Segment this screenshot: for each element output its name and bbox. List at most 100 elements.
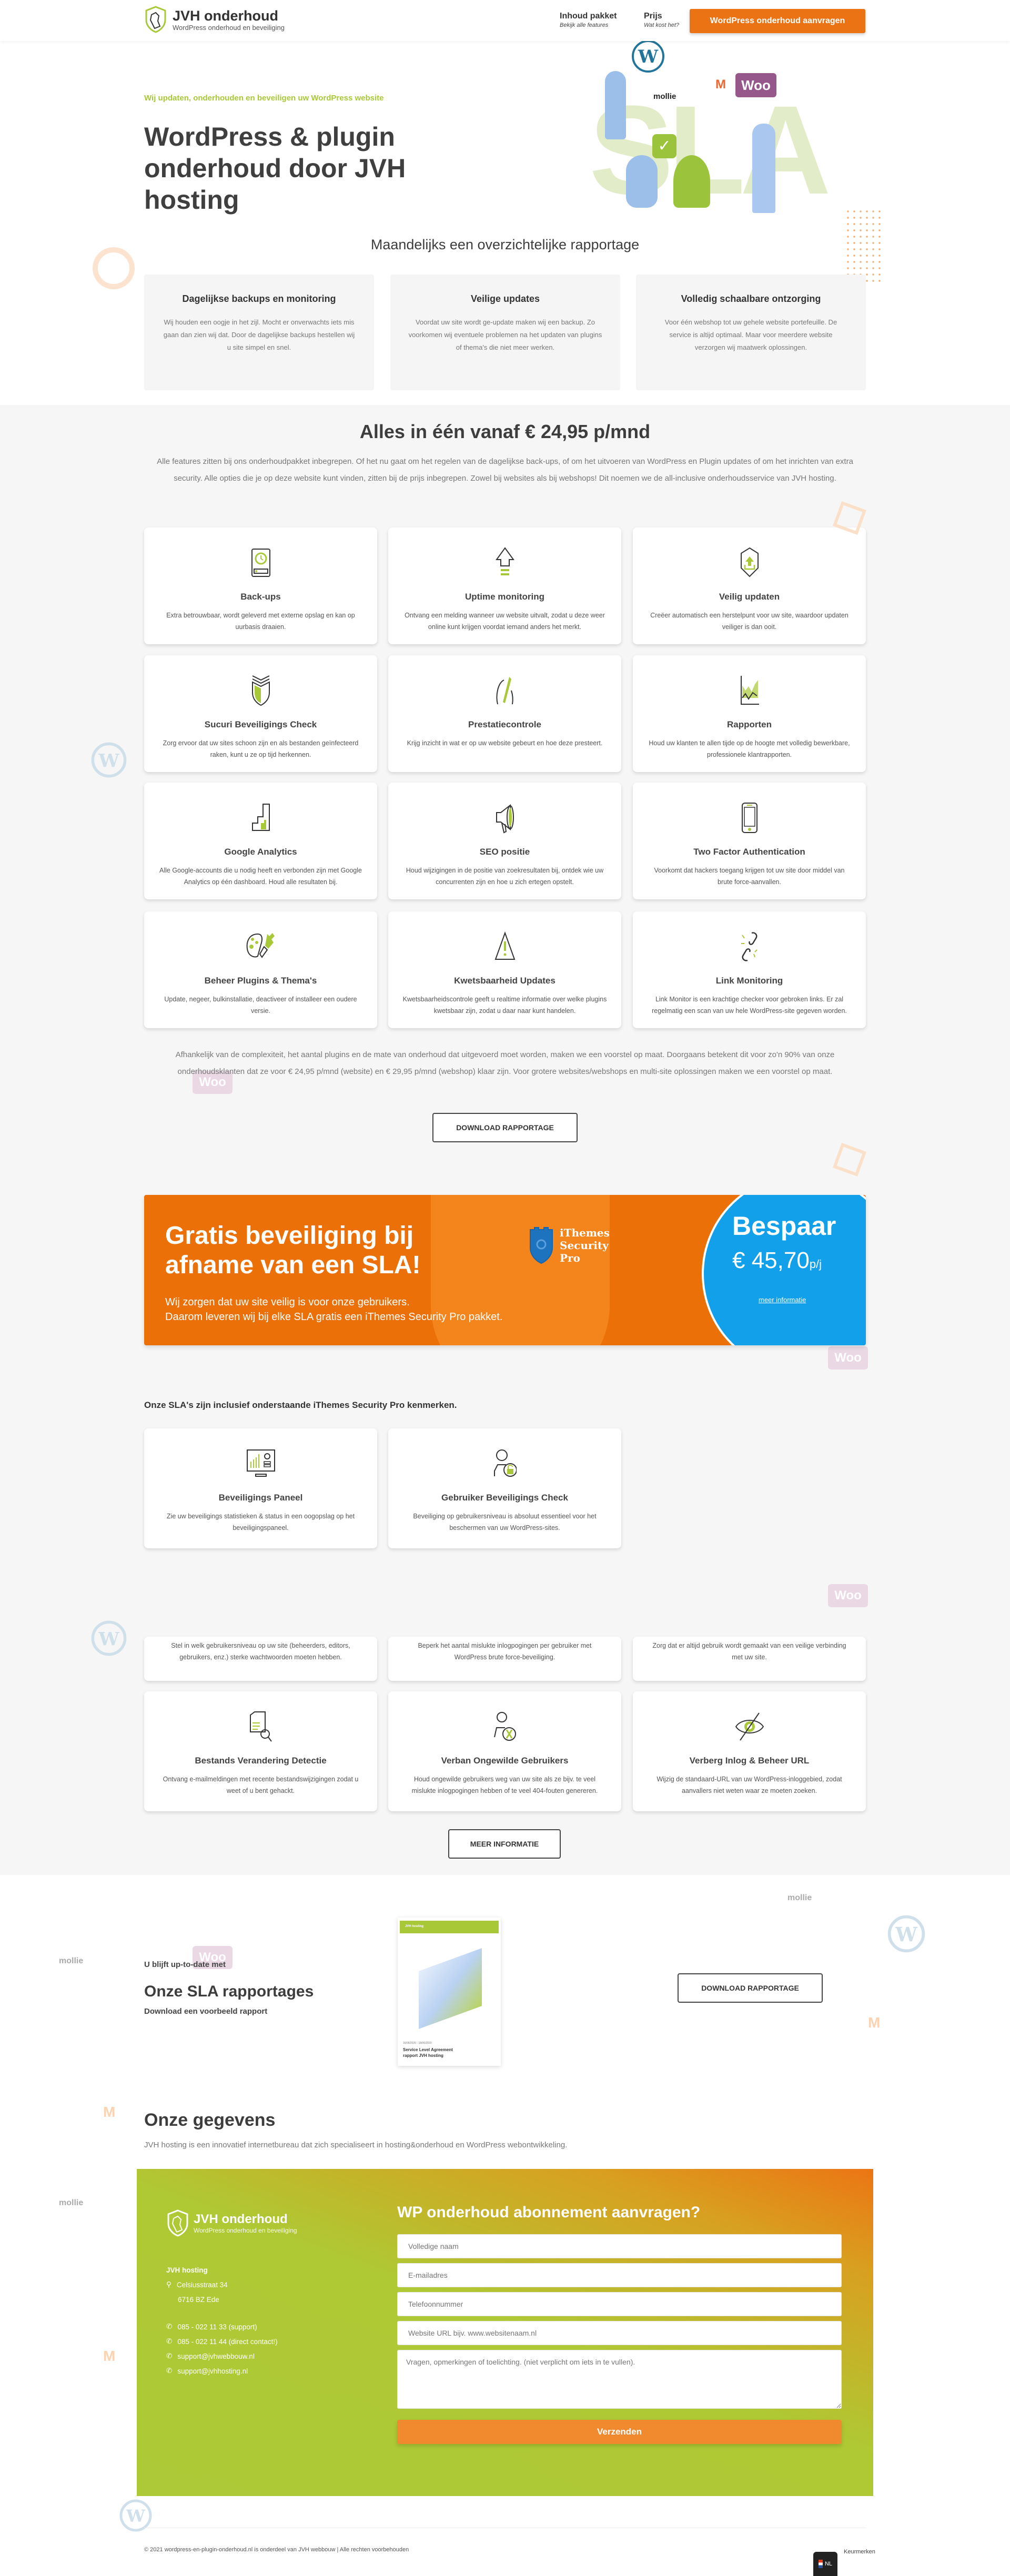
language-label: NL bbox=[824, 2561, 833, 2567]
company-info-title: Onze gegevens bbox=[144, 2110, 276, 2130]
feature-card: Google Analytics Alle Google-accounts die… bbox=[144, 783, 377, 899]
feature-text: Creëer automatisch een herstelpunt voor … bbox=[650, 612, 849, 631]
user-ban-icon bbox=[484, 1707, 526, 1746]
sample-report-thumbnail[interactable]: JVH hosting 16/06/2020 - 18/06/2020 Serv… bbox=[398, 1918, 501, 2066]
mollie-watermark: mollie bbox=[59, 2198, 84, 2207]
sla-title: Onze SLA rapportages bbox=[144, 1983, 314, 2000]
email-input[interactable] bbox=[397, 2263, 842, 2287]
banner-text: Wij zorgen dat uw site veilig is voor on… bbox=[165, 1295, 502, 1324]
location-pin-icon: ⚲ bbox=[166, 2280, 171, 2288]
magento-logo-icon: M bbox=[715, 77, 726, 92]
plant-figure bbox=[673, 155, 710, 208]
feature-card: Verban Ongewilde Gebruikers Houd ongewild… bbox=[388, 1691, 621, 1811]
wordpress-watermark-icon: W bbox=[119, 2499, 152, 2532]
megaphone-icon bbox=[484, 798, 526, 837]
message-textarea[interactable] bbox=[397, 2350, 842, 2409]
nav-sublabel: Bekijk alle features bbox=[560, 22, 609, 28]
phone-input[interactable] bbox=[397, 2292, 842, 2316]
feature-text: Zie uw beveiligings statistieken & statu… bbox=[166, 1513, 355, 1532]
magento-watermark-icon: M bbox=[868, 2014, 881, 2031]
card-title: Dagelijkse backups en monitoring bbox=[182, 293, 336, 304]
report-header-bar: JVH hosting bbox=[400, 1921, 499, 1933]
mollie-watermark: mollie bbox=[787, 1893, 812, 1902]
footer-logo: JVH onderhoud WordPress onderhoud en bev… bbox=[166, 2209, 297, 2237]
feature-title: Bestands Verandering Detectie bbox=[195, 1756, 327, 1766]
shield-logo-icon bbox=[167, 2209, 188, 2237]
more-info-link[interactable]: meer informatie bbox=[759, 1296, 806, 1304]
full-name-input[interactable] bbox=[397, 2234, 842, 2258]
report-chart-icon bbox=[729, 671, 771, 710]
email-text: support@jvhhosting.nl bbox=[177, 2367, 248, 2375]
feature-text: Houd ongewilde gebruikers weg van uw sit… bbox=[411, 1776, 598, 1794]
feature-card: Back-ups Extra betrouwbaar, wordt gelever… bbox=[144, 528, 377, 644]
nav-prijs[interactable]: Prijs Wat kost het? bbox=[644, 12, 679, 28]
address-street: ⚲ Celsiusstraat 34 bbox=[166, 2277, 278, 2292]
feature-text: Ontvang e-mailmeldingen met recente best… bbox=[163, 1776, 359, 1794]
submit-button[interactable]: Verzenden bbox=[397, 2420, 842, 2444]
email-text: support@jvhwebbouw.nl bbox=[177, 2352, 255, 2360]
security-features-title: Onze SLA's zijn inclusief onderstaande i… bbox=[144, 1400, 457, 1410]
feature-card: Prestatiecontrole Krijg inzicht in wat er… bbox=[388, 655, 621, 772]
email-hosting[interactable]: ✆ support@jvhhosting.nl bbox=[166, 2364, 278, 2378]
footer-logo-subtitle: WordPress onderhoud en beveiliging bbox=[194, 2227, 297, 2234]
feature-title: Google Analytics bbox=[224, 847, 297, 857]
feature-text: Ontvang een melding wanneer uw website u… bbox=[405, 612, 605, 631]
site-logo[interactable]: JVH onderhoud WordPress onderhoud en bev… bbox=[144, 5, 285, 34]
language-switcher[interactable]: NL bbox=[813, 2552, 837, 2576]
company-info-text: JVH hosting is een innovatief internetbu… bbox=[144, 2141, 568, 2149]
palette-brush-icon bbox=[240, 927, 282, 966]
hero-title: WordPress & plugin onderhoud door JVH ho… bbox=[144, 122, 406, 215]
nav-label: Prijs bbox=[644, 12, 662, 21]
download-rapportage-button[interactable]: DOWNLOAD RAPPORTAGE bbox=[432, 1113, 578, 1142]
feature-text: Kwetsbaarheidscontrole geeft u realtime … bbox=[402, 996, 607, 1015]
feature-title: Two Factor Authentication bbox=[693, 847, 805, 857]
phone-icon: ✆ bbox=[166, 2337, 173, 2345]
phone-support-text: 085 - 022 11 33 (support) bbox=[177, 2323, 257, 2331]
user-lock-icon bbox=[484, 1444, 526, 1483]
email-webbouw[interactable]: ✆ support@jvhwebbouw.nl bbox=[166, 2349, 278, 2364]
feature-card: Kwetsbaarheid Updates Kwetsbaarheidscontr… bbox=[388, 911, 621, 1028]
nav-sublabel: Wat kost het? bbox=[644, 22, 680, 28]
dutch-flag-icon bbox=[818, 2560, 823, 2568]
mollie-logo: mollie bbox=[653, 92, 676, 101]
report-brand: JVH hosting bbox=[405, 1925, 424, 1928]
site-header: JVH onderhoud WordPress onderhoud en bev… bbox=[0, 0, 1010, 41]
feature-title: Beveiligings Paneel bbox=[218, 1493, 303, 1503]
logo-title: JVH onderhoud bbox=[173, 7, 278, 24]
website-url-input[interactable] bbox=[397, 2321, 842, 2345]
more-information-button[interactable]: MEER INFORMATIE bbox=[448, 1829, 561, 1859]
form-title: WP onderhoud abonnement aanvragen? bbox=[397, 2204, 701, 2221]
feature-text: Link Monitor is een krachtige checker vo… bbox=[652, 996, 847, 1015]
phone-direct[interactable]: ✆ 085 - 022 11 44 (direct contact!) bbox=[166, 2334, 278, 2349]
svg-text:W: W bbox=[126, 2506, 146, 2526]
phone-support[interactable]: ✆ 085 - 022 11 33 (support) bbox=[166, 2319, 278, 2334]
contact-block: JVH onderhoud WordPress onderhoud en bev… bbox=[137, 2169, 873, 2496]
card-title: Veilige updates bbox=[470, 293, 540, 304]
svg-text:W: W bbox=[895, 1923, 917, 1946]
feature-title: Beheer Plugins & Thema's bbox=[204, 976, 317, 986]
feature-card: Verberg Inlog & Beheer URL Wijzig de stan… bbox=[633, 1691, 866, 1811]
sla-subtitle: Download een voorbeeld rapport bbox=[144, 2007, 268, 2016]
keurmerken-link[interactable]: Keurmerken bbox=[844, 2549, 875, 2555]
backup-drive-icon bbox=[240, 543, 282, 582]
hero-illustration: SLA W mollie M Woo ✓ bbox=[573, 39, 831, 218]
feature-card: Beperk het aantal mislukte inlogpogingen… bbox=[388, 1637, 621, 1681]
feature-card: Sucuri Beveiligings Check Zorg ervoor dat… bbox=[144, 655, 377, 772]
phone-icon: ✆ bbox=[166, 2367, 173, 2375]
shield-upload-icon bbox=[729, 543, 771, 582]
ithemes-shield-icon bbox=[530, 1227, 553, 1264]
magento-watermark-icon: M bbox=[103, 2104, 116, 2120]
sla-kicker: U blijft up-to-date met bbox=[144, 1960, 226, 1969]
download-sample-report-button[interactable]: DOWNLOAD RAPPORTAGE bbox=[678, 1973, 823, 2003]
hidden-eye-icon bbox=[729, 1707, 771, 1746]
feature-title: Prestatiecontrole bbox=[468, 719, 541, 729]
nav-inhoud-pakket[interactable]: Inhoud pakket Bekijk alle features bbox=[560, 12, 617, 28]
request-maintenance-button[interactable]: WordPress onderhoud aanvragen bbox=[690, 9, 865, 33]
feature-title: Rapporten bbox=[727, 719, 772, 729]
wordpress-watermark-icon: W bbox=[887, 1915, 925, 1953]
card-text: Voor één webshop tot uw gehele website p… bbox=[664, 318, 837, 351]
file-search-icon bbox=[240, 1707, 282, 1746]
ithemes-promo-banner: Gratis beveiliging bij afname van een SL… bbox=[144, 1195, 866, 1345]
feature-card-scalable: Volledig schaalbare ontzorging Voor één … bbox=[636, 275, 866, 390]
